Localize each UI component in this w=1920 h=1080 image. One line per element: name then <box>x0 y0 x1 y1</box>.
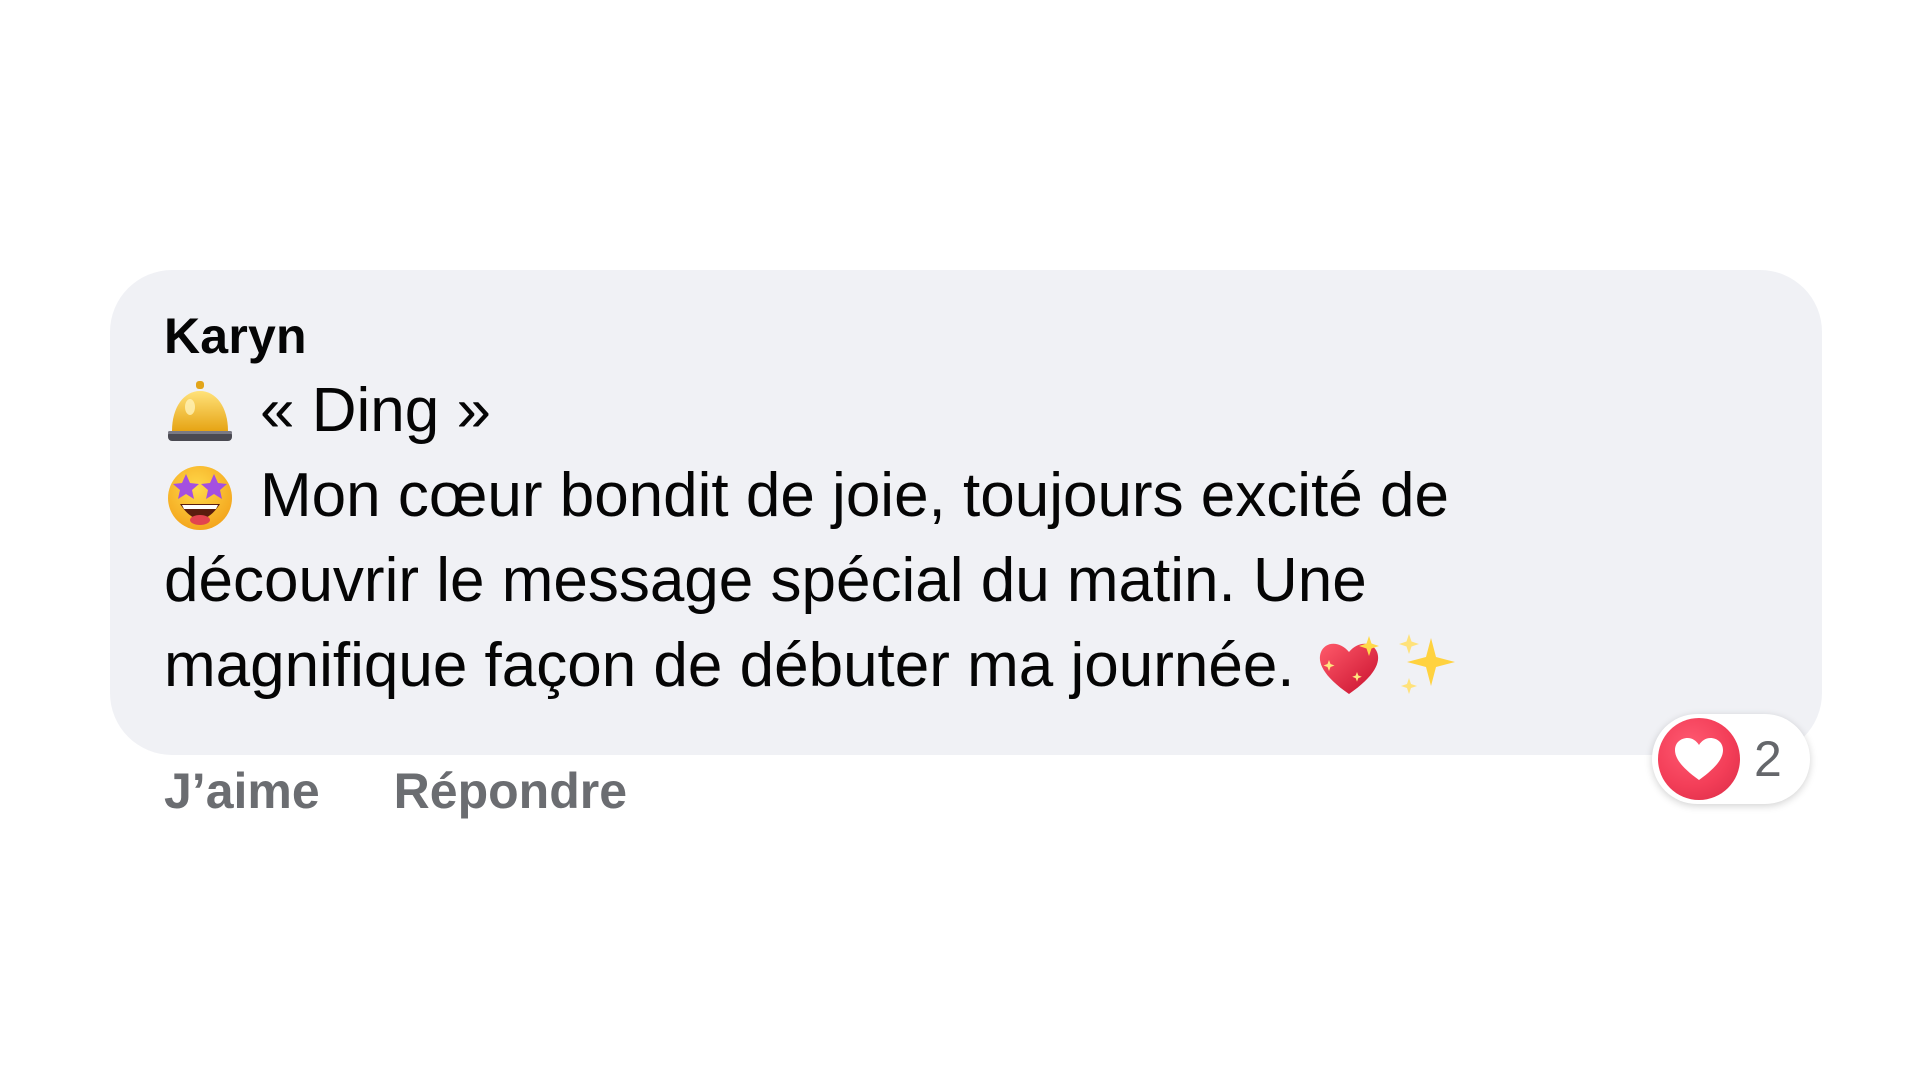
comment-text-line: « Ding » <box>260 376 491 445</box>
heart-reaction-icon <box>1658 718 1740 800</box>
sparkles-icon <box>1391 630 1463 702</box>
comment-author[interactable]: Karyn <box>164 304 1768 368</box>
reaction-count: 2 <box>1754 731 1782 787</box>
comment-line-4: magnifique façon de débuter ma journée. <box>164 623 1768 708</box>
comment-thread: Karyn « Ding » Mon cœur bondit de joie, … <box>0 0 1920 1080</box>
comment-actions: J’aime Répondre <box>164 762 627 820</box>
bellhop-bell-icon <box>164 375 236 447</box>
comment-text-line: magnifique façon de débuter ma journée. <box>164 631 1295 700</box>
comment-line-2: Mon cœur bondit de joie, toujours excité… <box>164 453 1768 538</box>
like-button[interactable]: J’aime <box>164 762 320 820</box>
comment-line-1: « Ding » <box>164 368 1768 453</box>
sparkling-heart-icon <box>1313 630 1385 702</box>
reply-button[interactable]: Répondre <box>394 762 627 820</box>
comment-bubble: Karyn « Ding » Mon cœur bondit de joie, … <box>110 270 1822 755</box>
comment-line-3: découvrir le message spécial du matin. U… <box>164 538 1768 623</box>
comment-text-line: découvrir le message spécial du matin. U… <box>164 546 1367 615</box>
comment-text-line: Mon cœur bondit de joie, toujours excité… <box>260 461 1449 530</box>
reaction-summary[interactable]: 2 <box>1652 714 1810 804</box>
star-struck-face-icon <box>164 460 236 532</box>
